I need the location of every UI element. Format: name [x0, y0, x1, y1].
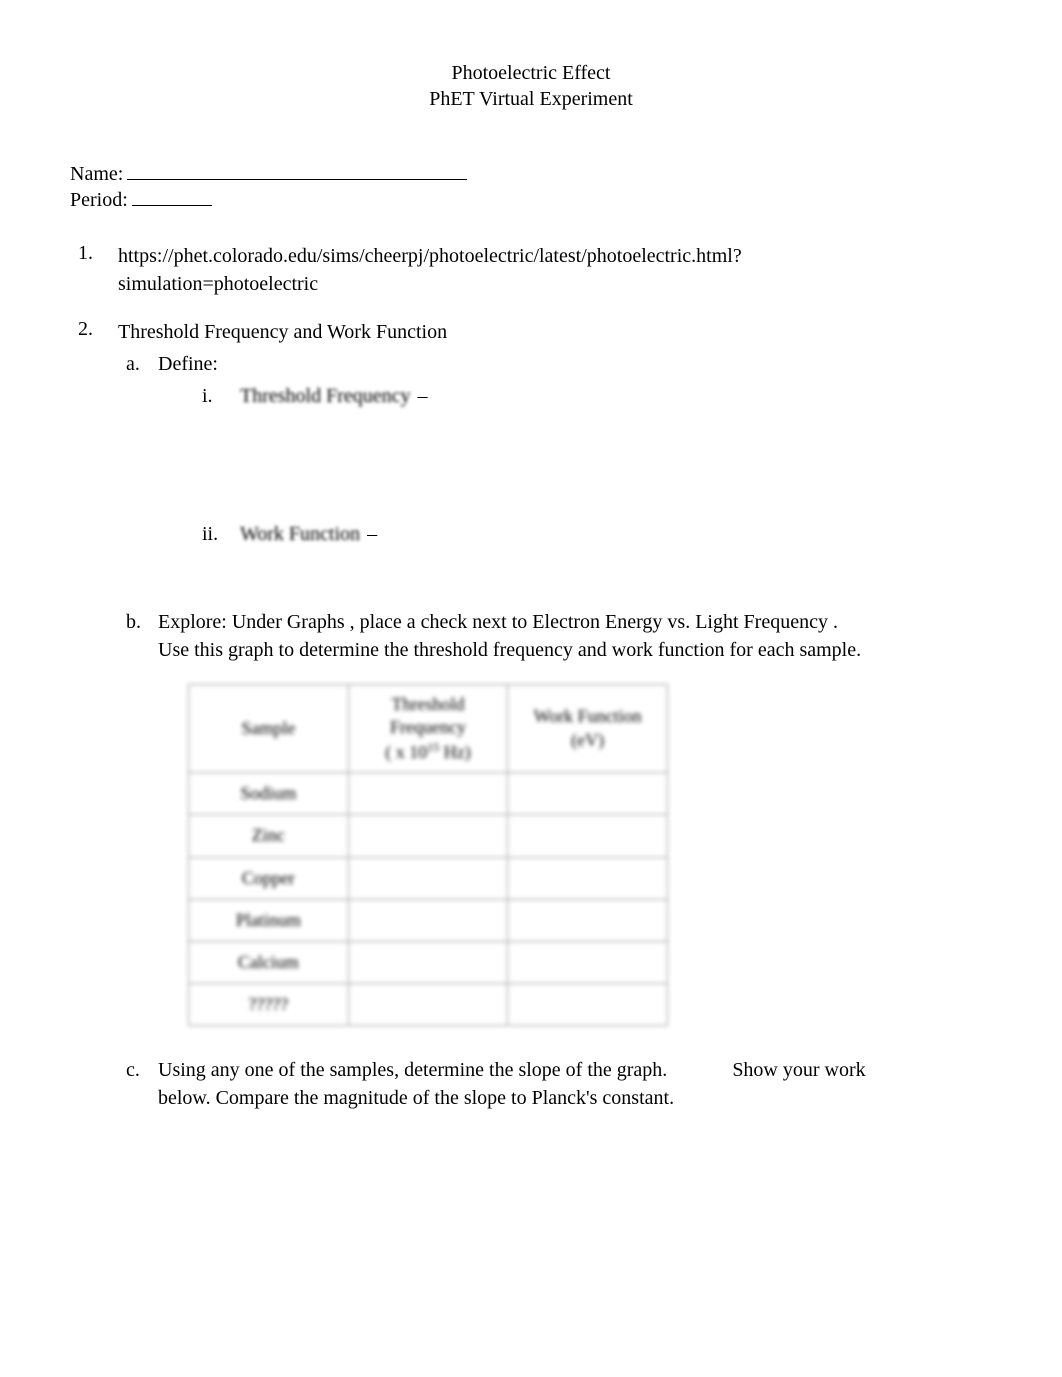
- document-header: Photoelectric Effect PhET Virtual Experi…: [70, 60, 992, 112]
- sub-2c-line1a: Using any one of the samples, determine …: [158, 1059, 667, 1081]
- item-2-title: Threshold Frequency and Work Function: [118, 321, 447, 343]
- threshold-exp: 15: [427, 740, 439, 754]
- title-line-1: Photoelectric Effect: [70, 60, 992, 86]
- table-row: Platinum: [189, 899, 668, 941]
- list-item-1: 1. https://phet.colorado.edu/sims/cheerp…: [118, 242, 992, 298]
- header-work: Work Function (eV): [508, 685, 668, 773]
- cell-sample: Platinum: [189, 899, 349, 941]
- header-sample: Sample: [189, 685, 349, 773]
- main-list: 1. https://phet.colorado.edu/sims/cheerp…: [70, 242, 992, 1112]
- cell-sample: Calcium: [189, 941, 349, 983]
- table-body: Sodium Zinc Copper: [189, 773, 668, 1026]
- header-threshold: Threshold Frequency ( x 1015 Hz): [348, 685, 508, 773]
- sub-2c-line1: Using any one of the samples, determine …: [158, 1056, 992, 1084]
- roman-ii-marker: ii.: [202, 520, 218, 548]
- sub-2b-marker: b.: [126, 608, 141, 636]
- period-blank[interactable]: [132, 188, 212, 206]
- sub-item-2c: c. Using any one of the samples, determi…: [158, 1056, 992, 1112]
- table-header-row: Sample Threshold Frequency ( x 1015 Hz) …: [189, 685, 668, 773]
- data-table: Sample Threshold Frequency ( x 1015 Hz) …: [188, 684, 668, 1026]
- roman-item-ii: ii. Work Function –: [238, 520, 992, 548]
- item-1-content: https://phet.colorado.edu/sims/cheerpj/p…: [118, 242, 992, 298]
- list-item-2: 2. Threshold Frequency and Work Function…: [118, 318, 992, 1112]
- sub-list-2: a. Define: i. Threshold Frequency – ii. …: [118, 350, 992, 1112]
- sub-2a-label: Define:: [158, 353, 218, 375]
- sub-2c-marker: c.: [126, 1056, 140, 1084]
- table-row: Sodium: [189, 773, 668, 815]
- cell-work[interactable]: [508, 941, 668, 983]
- sub-2b-line1: Explore: Under Graphs , place a check ne…: [158, 608, 992, 636]
- table-row: Calcium: [189, 941, 668, 983]
- cell-threshold[interactable]: [348, 773, 508, 815]
- sub-2b-line2: Use this graph to determine the threshol…: [158, 636, 992, 664]
- period-label: Period:: [70, 189, 128, 212]
- cell-work[interactable]: [508, 984, 668, 1026]
- threshold-frequency-term: Threshold Frequency: [238, 382, 413, 410]
- cell-threshold[interactable]: [348, 899, 508, 941]
- cell-sample: Sodium: [189, 773, 349, 815]
- data-table-wrap: Sample Threshold Frequency ( x 1015 Hz) …: [188, 684, 992, 1026]
- threshold-unit-end: Hz): [439, 742, 470, 762]
- name-line: Name:: [70, 162, 992, 186]
- sub-item-2b: b. Explore: Under Graphs , place a check…: [158, 608, 992, 1026]
- roman-i-marker: i.: [202, 382, 213, 410]
- name-label: Name:: [70, 163, 123, 186]
- threshold-line2: Frequency: [390, 717, 466, 737]
- cell-work[interactable]: [508, 815, 668, 857]
- sub-2c-line1b: Show your work: [732, 1056, 865, 1084]
- cell-work[interactable]: [508, 773, 668, 815]
- item-2-content: Threshold Frequency and Work Function a.…: [118, 318, 992, 1112]
- cell-sample: Zinc: [189, 815, 349, 857]
- url-line-2: simulation=photoelectric: [118, 270, 992, 298]
- work-line2: (eV): [571, 730, 604, 750]
- table-row: Copper: [189, 857, 668, 899]
- sub-2c-line2: below. Compare the magnitude of the slop…: [158, 1084, 992, 1112]
- roman-item-i: i. Threshold Frequency –: [238, 382, 992, 410]
- student-info: Name: Period:: [70, 162, 992, 212]
- cell-sample: Copper: [189, 857, 349, 899]
- name-blank[interactable]: [127, 162, 467, 180]
- threshold-line1: Threshold: [391, 694, 464, 714]
- table-row: Zinc: [189, 815, 668, 857]
- roman-list-2a: i. Threshold Frequency – ii. Work Functi…: [158, 382, 992, 548]
- cell-work[interactable]: [508, 899, 668, 941]
- cell-threshold[interactable]: [348, 984, 508, 1026]
- cell-sample: ?????: [189, 984, 349, 1026]
- cell-threshold[interactable]: [348, 815, 508, 857]
- sub-item-2a: a. Define: i. Threshold Frequency – ii. …: [158, 350, 992, 548]
- cell-work[interactable]: [508, 857, 668, 899]
- sub-2a-marker: a.: [126, 350, 140, 378]
- item-1-marker: 1.: [78, 242, 93, 265]
- title-line-2: PhET Virtual Experiment: [70, 86, 992, 112]
- threshold-unit-start: ( x 10: [385, 742, 427, 762]
- cell-threshold[interactable]: [348, 857, 508, 899]
- roman-ii-dash: –: [367, 523, 377, 545]
- work-line1: Work Function: [534, 706, 642, 726]
- cell-threshold[interactable]: [348, 941, 508, 983]
- period-line: Period:: [70, 188, 992, 212]
- roman-i-dash: –: [418, 385, 428, 407]
- url-line-1: https://phet.colorado.edu/sims/cheerpj/p…: [118, 242, 992, 270]
- item-2-marker: 2.: [78, 318, 93, 341]
- table-row: ?????: [189, 984, 668, 1026]
- work-function-term: Work Function: [238, 520, 362, 548]
